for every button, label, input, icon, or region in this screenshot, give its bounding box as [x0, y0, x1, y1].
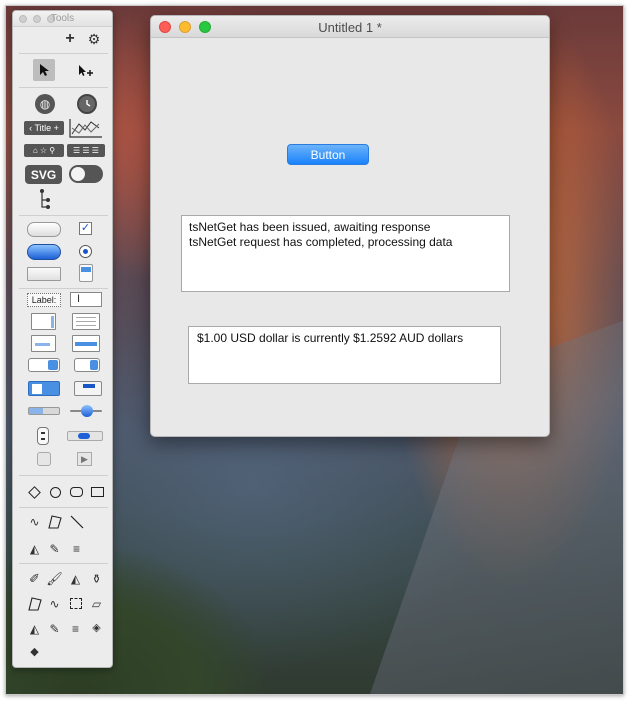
- log-line: tsNetGet request has completed, processi…: [189, 235, 453, 249]
- scrollbar-tool[interactable]: [67, 431, 103, 441]
- separator: [19, 87, 108, 88]
- tools-titlebar[interactable]: Tools: [13, 11, 112, 27]
- progress-bar-tool[interactable]: [28, 407, 60, 415]
- gear-icon[interactable]: ⚙: [87, 32, 101, 46]
- segmented-icons-tool[interactable]: ⌂ ☆ ⚲: [24, 144, 64, 157]
- toggle-knob: [71, 167, 85, 181]
- chart-icon[interactable]: [69, 118, 103, 138]
- scrolling-field-tool[interactable]: [31, 313, 56, 330]
- diamond-shape-icon[interactable]: [27, 485, 41, 499]
- list-selection: [35, 343, 50, 346]
- paint-line-width-icon[interactable]: ≡: [68, 621, 83, 636]
- title-tool-label: ‹ Title +: [29, 122, 59, 133]
- combo-arrow: [48, 360, 58, 370]
- label-field-tool[interactable]: Label:: [27, 293, 61, 307]
- browse-tool-icon[interactable]: [33, 59, 55, 81]
- oval-shape-icon[interactable]: [48, 485, 62, 499]
- separator: [19, 288, 108, 289]
- separator: [19, 507, 108, 508]
- svg-tool[interactable]: SVG: [25, 165, 62, 184]
- svg-tool-label: SVG: [30, 167, 57, 182]
- color-chip-icon[interactable]: ◆: [27, 645, 42, 660]
- rounded-button-tool[interactable]: [27, 222, 61, 237]
- stepper-arrows: [41, 432, 45, 440]
- line-tool-icon[interactable]: [69, 514, 84, 529]
- separator: [19, 563, 108, 564]
- data-grid-tool[interactable]: [72, 335, 100, 352]
- combo-box-tool[interactable]: [28, 358, 60, 372]
- spray-can-icon[interactable]: ⚱: [89, 571, 104, 586]
- popup-button-tool[interactable]: [79, 264, 93, 282]
- pattern-icon[interactable]: ◈: [89, 621, 104, 636]
- log-line: tsNetGet has been issued, awaiting respo…: [189, 220, 431, 234]
- radio-button-tool[interactable]: [79, 245, 92, 258]
- log-field[interactable]: tsNetGet has been issued, awaiting respo…: [181, 215, 510, 292]
- segmented-align-tool[interactable]: ☰ ☰ ☰: [67, 144, 105, 157]
- default-button-tool[interactable]: [27, 244, 61, 260]
- paint-brush-icon[interactable]: 🖌: [46, 571, 63, 586]
- tools-palette: Tools + ⚙ ◍ ‹ Title + ⌂ ☆ ⚲ ☰ ☰ ☰ SVG ✓: [12, 10, 113, 668]
- toggle-switch-tool[interactable]: [69, 165, 103, 183]
- tab-panel-tool[interactable]: [74, 381, 102, 396]
- window-title: Untitled 1 *: [318, 20, 382, 35]
- menu-button-tool[interactable]: [28, 381, 60, 396]
- separator: [19, 475, 108, 476]
- list-field-tool[interactable]: [31, 335, 56, 352]
- lasso-icon[interactable]: [27, 596, 42, 611]
- result-field[interactable]: $1.00 USD dollar is currently $1.2592 AU…: [188, 326, 501, 384]
- title-bar-tool[interactable]: ‹ Title +: [24, 121, 64, 135]
- fill-bucket-icon[interactable]: ◭: [27, 541, 42, 556]
- option-arrow: [90, 360, 98, 370]
- slider-tool[interactable]: [70, 405, 102, 417]
- tools-title: Tools: [50, 13, 75, 24]
- window-titlebar[interactable]: Untitled 1 *: [151, 16, 549, 38]
- text-cursor-icon: I: [77, 293, 81, 305]
- tree-view-icon[interactable]: [38, 188, 52, 210]
- image-area-tool[interactable]: [37, 452, 51, 466]
- paint-pen-icon[interactable]: ✎: [47, 621, 62, 636]
- plus-icon[interactable]: +: [63, 31, 77, 47]
- select-marquee-icon[interactable]: [68, 596, 83, 611]
- player-tool[interactable]: ▶: [77, 452, 92, 466]
- separator: [19, 53, 108, 54]
- magic-wand-icon[interactable]: ∿: [47, 596, 62, 611]
- progress-fill: [29, 408, 43, 414]
- result-text: $1.00 USD dollar is currently $1.2592 AU…: [197, 331, 464, 345]
- option-menu-tool[interactable]: [74, 358, 100, 372]
- text-field-tool[interactable]: I: [70, 292, 102, 307]
- paint-fill-icon[interactable]: ◭: [27, 621, 42, 636]
- checkbox-tool[interactable]: ✓: [79, 222, 92, 235]
- separator: [19, 215, 108, 216]
- rectangle-shape-icon[interactable]: [89, 485, 105, 499]
- radio-dot: [83, 249, 88, 254]
- grid-selection: [75, 342, 97, 346]
- scroll-indicator: [51, 316, 54, 328]
- rounded-rect-shape-icon[interactable]: [68, 485, 84, 499]
- pencil-icon[interactable]: ✎: [47, 541, 62, 556]
- menu-button-face: [32, 384, 42, 394]
- polygon-tool-icon[interactable]: [47, 514, 62, 529]
- curve-tool-icon[interactable]: ∿: [27, 514, 42, 529]
- line-width-icon[interactable]: ≡: [69, 541, 84, 556]
- square-button-tool[interactable]: [27, 267, 61, 281]
- globe-icon[interactable]: ◍: [35, 94, 55, 114]
- pointer-tool-icon[interactable]: [75, 61, 97, 81]
- paint-bucket-icon[interactable]: ◭: [68, 571, 83, 586]
- paint-pencil-icon[interactable]: ✐: [27, 571, 42, 586]
- popup-highlight: [81, 267, 91, 272]
- slider-knob: [81, 405, 93, 417]
- stepper-tool[interactable]: [37, 427, 49, 445]
- eraser-icon[interactable]: ▱: [89, 596, 104, 611]
- table-field-tool[interactable]: [72, 313, 100, 330]
- action-button[interactable]: Button: [287, 144, 369, 165]
- stack-window: Untitled 1 * Button tsNetGet has been is…: [150, 15, 550, 437]
- tab-active: [83, 384, 95, 388]
- label-tool-text: Label:: [31, 294, 57, 305]
- clock-icon[interactable]: [77, 94, 97, 114]
- scrollbar-thumb: [78, 433, 90, 439]
- table-lines: [76, 317, 96, 318]
